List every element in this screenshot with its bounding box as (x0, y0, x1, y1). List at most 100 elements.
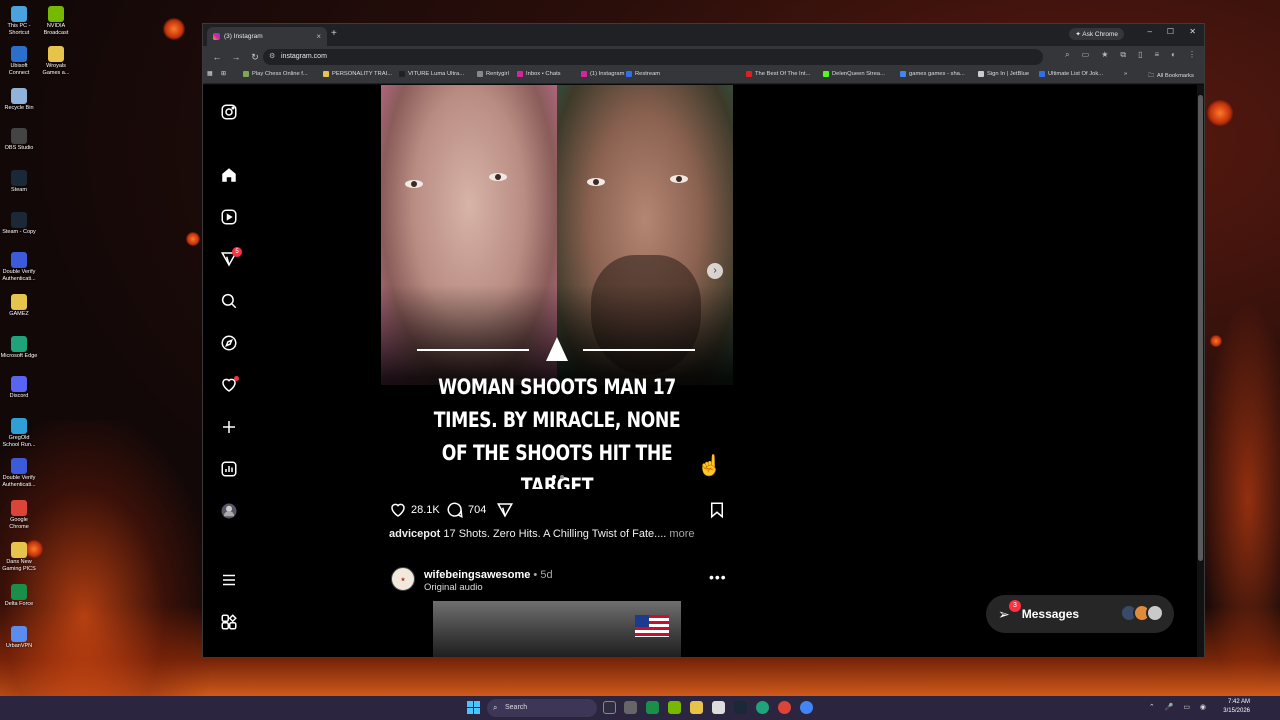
site-info-icon[interactable]: ⚙ (269, 49, 275, 65)
side-panel-icon[interactable]: ▯ (1138, 50, 1142, 60)
taskbar-search[interactable]: ⌕ Search (487, 699, 597, 717)
clock[interactable]: 7:42 AM 3/15/2026 (1223, 698, 1250, 716)
bookmarks-overflow-button[interactable]: » (1124, 71, 1127, 77)
desktop-icon[interactable]: Ubisoft Connect (0, 46, 38, 77)
profile-icon[interactable]: ◐ (1171, 50, 1176, 60)
post-author-username[interactable]: wifebeingsawesome (424, 569, 530, 581)
desktop-icon[interactable]: Delta Force (0, 584, 38, 608)
desktop-icon-label: Dans New Gaming PICS (2, 559, 36, 572)
nvidia-icon[interactable] (668, 701, 681, 714)
ember (186, 232, 200, 246)
reels-icon[interactable] (220, 208, 238, 226)
insights-icon[interactable] (220, 460, 238, 478)
grid-icon[interactable]: ⊞ (221, 71, 226, 77)
home-icon[interactable] (220, 166, 238, 184)
system-tray-icons[interactable]: ⌃ 🎤 ▭ ◉ (1149, 703, 1210, 711)
reload-button[interactable]: ↻ (250, 52, 260, 63)
also-from-meta-icon[interactable] (220, 613, 238, 631)
post-author-avatar[interactable]: ★ (391, 567, 415, 591)
bookmark-item[interactable]: Ultimate List Of Jok... (1039, 71, 1103, 77)
app-icon (11, 294, 27, 310)
bookmarks-bar: ▦ ⊞ » 🗀 All Bookmarks Play Chess Online f… (203, 68, 1204, 84)
share-icon (496, 503, 514, 518)
bookmark-item[interactable]: Restream (626, 71, 660, 77)
post-video[interactable] (381, 601, 733, 657)
back-button[interactable]: ← (212, 52, 222, 62)
settings-icon[interactable] (624, 701, 637, 714)
explore-icon[interactable] (220, 334, 238, 352)
desktop-icon[interactable]: Double Verify Authenticati... (0, 252, 38, 283)
file-explorer-icon[interactable] (690, 701, 703, 714)
task-view-icon[interactable] (603, 701, 616, 714)
comment-button[interactable]: 704 (446, 501, 486, 519)
desktop-icon[interactable]: Google Chrome (0, 500, 38, 531)
bookmark-item[interactable]: Inbox • Chats (517, 71, 561, 77)
edge-icon[interactable] (756, 701, 769, 714)
post-audio[interactable]: Original audio (424, 582, 483, 593)
desktop-icon[interactable]: This PC - Shortcut (0, 6, 38, 37)
caption-more-link[interactable]: more (666, 528, 694, 540)
create-icon[interactable] (220, 418, 238, 436)
notepad-icon[interactable] (712, 701, 725, 714)
share-button[interactable] (496, 501, 514, 519)
chrome-icon[interactable] (778, 701, 791, 714)
close-button[interactable]: ✕ (1189, 27, 1196, 36)
instagram-logo-icon[interactable] (220, 103, 238, 121)
desktop-icon[interactable]: OBS Studio (0, 128, 38, 152)
post-image[interactable]: WOMAN SHOOTS MAN 17 TIMES. BY MIRACLE, N… (381, 85, 733, 489)
start-button[interactable] (467, 701, 480, 714)
apps-icon[interactable]: ▦ (207, 71, 212, 77)
desktop-icon[interactable]: Recycle Bin (0, 88, 38, 112)
post-options-button[interactable]: ••• (709, 569, 727, 585)
cast-icon[interactable]: ▭ (1082, 50, 1090, 60)
bookmark-item[interactable]: Play Chess Online f... (243, 71, 308, 77)
tab-close-icon[interactable]: × (316, 32, 321, 41)
desktop-icon[interactable]: Discord (0, 376, 38, 400)
bookmark-item[interactable]: PERSONALITY TRAI... (323, 71, 392, 77)
new-tab-button[interactable]: + (331, 28, 337, 39)
extensions-icon[interactable]: ⧉ (1120, 50, 1126, 60)
ask-chrome-button[interactable]: ✦ Ask Chrome (1069, 28, 1124, 40)
forward-button[interactable]: → (231, 52, 241, 62)
bookmark-item[interactable]: VITURE Luma Ultra... (399, 71, 464, 77)
app-icon (11, 88, 27, 104)
desktop-icon[interactable]: Double Verify Authenticati... (0, 458, 38, 489)
menu-icon[interactable]: ⋮ (1188, 50, 1196, 60)
caption-username[interactable]: advicepot (389, 528, 440, 540)
desktop-icon[interactable]: GAMEZ (0, 294, 38, 318)
minimize-button[interactable]: – (1148, 27, 1152, 36)
address-bar[interactable]: ⚙ instagram.com (263, 49, 1043, 65)
bookmark-star-icon[interactable]: ★ (1101, 50, 1108, 60)
bookmark-item[interactable]: games games - sha... (900, 71, 965, 77)
desktop-icon[interactable]: Dans New Gaming PICS (0, 542, 38, 573)
maximize-button[interactable]: ☐ (1167, 27, 1174, 36)
more-menu-icon[interactable] (220, 571, 238, 589)
messages-button[interactable]: ➢ 3 Messages (986, 595, 1174, 633)
like-button[interactable]: 28.1K (389, 501, 440, 519)
tab-instagram[interactable]: (3) Instagram × (207, 27, 327, 46)
bookmark-item[interactable]: Rentygirl (477, 71, 509, 77)
desktop-icon[interactable]: Wroyals Games a... (37, 46, 75, 77)
scrollbar-thumb[interactable] (1198, 95, 1203, 561)
desktop-icon[interactable]: Steam - Copy (0, 212, 38, 236)
desktop-icon[interactable]: Microsoft Edge (0, 336, 38, 360)
steam-icon[interactable] (734, 701, 747, 714)
save-button[interactable] (708, 501, 726, 519)
app-icon[interactable] (646, 701, 659, 714)
bookmark-item[interactable]: The Best Of The Int... (746, 71, 810, 77)
zoom-icon[interactable]: ⌕ (1065, 50, 1069, 60)
desktop-icon[interactable]: UrbanVPN (0, 626, 38, 650)
carousel-next-button[interactable]: › (707, 263, 723, 279)
bookmark-item[interactable]: DelenQueen Strea... (823, 71, 885, 77)
media-icon[interactable]: ≡ (1154, 50, 1159, 60)
desktop-icon[interactable]: GregOld School Run... (0, 418, 38, 449)
chrome-active-icon[interactable] (800, 701, 813, 714)
bookmark-item[interactable]: (1) Instagram (581, 71, 624, 77)
all-bookmarks-button[interactable]: 🗀 All Bookmarks (1148, 71, 1194, 81)
profile-avatar[interactable] (220, 502, 238, 520)
page-scrollbar[interactable] (1197, 85, 1204, 657)
search-icon[interactable] (220, 292, 238, 310)
desktop-icon[interactable]: Steam (0, 170, 38, 194)
bookmark-item[interactable]: Sign In | JetBlue (978, 71, 1029, 77)
desktop-icon[interactable]: NVIDIA Broadcast (37, 6, 75, 37)
